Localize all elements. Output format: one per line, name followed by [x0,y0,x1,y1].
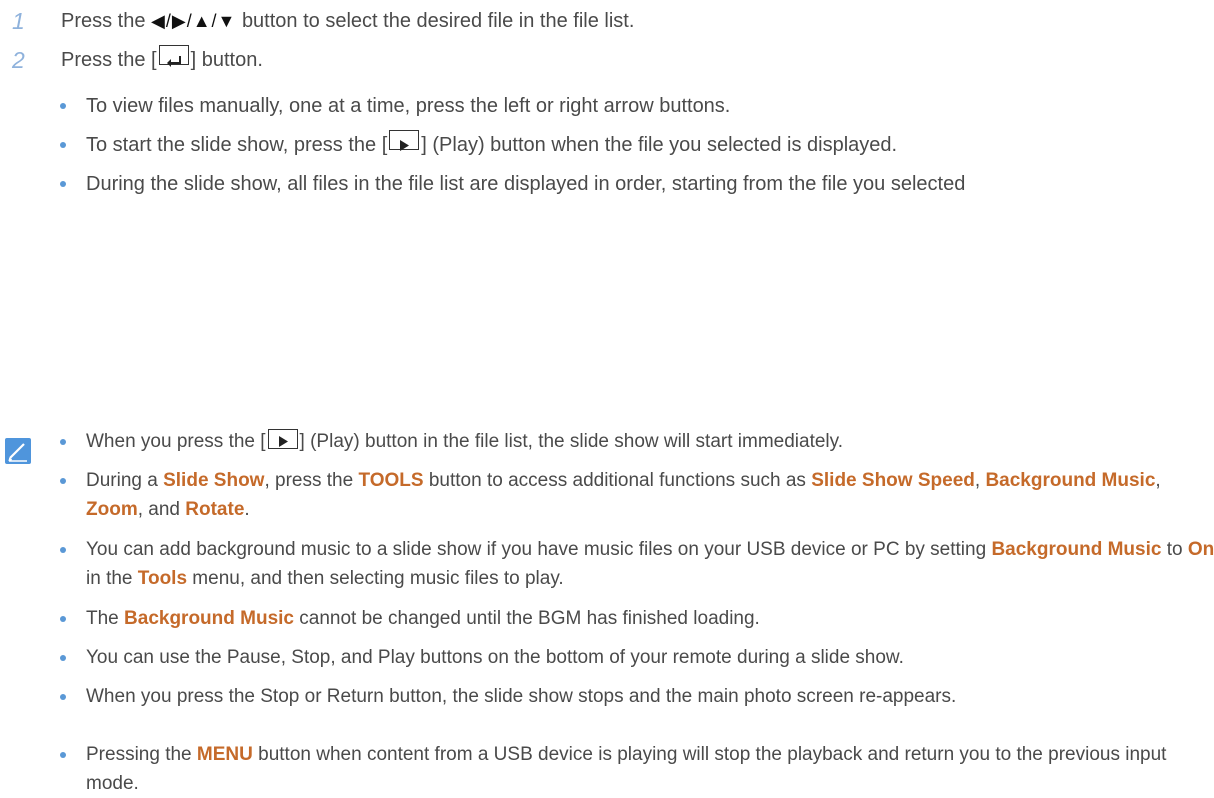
bullet-dot [60,142,66,148]
text-part: cannot be changed until the BGM has fini… [294,608,760,629]
text-part: Pressing the [86,744,197,765]
bullet-dot [60,478,66,484]
bullet-dot [60,103,66,109]
note-text: You can add background music to a slide … [86,535,1214,593]
text-part: , [1155,470,1161,491]
text-part: in the [86,568,138,589]
list-item-text: To start the slide show, press the [ ] (P… [86,128,1206,162]
list-item-text: During the slide show, all files in the … [86,173,966,195]
highlight-term: Rotate [185,499,245,520]
text-part: menu, and then selecting music files to … [187,568,564,589]
text-part: button to access additional functions su… [423,470,812,491]
step-text-after: button to select the desired file in the… [241,10,635,32]
text-part: to [1161,539,1188,560]
bullet-dot [60,181,66,187]
highlight-term: TOOLS [358,470,424,491]
text-part: , press the [264,470,359,491]
note-text: The Background Music cannot be changed u… [86,604,1214,633]
highlight-term: Background Music [991,539,1162,560]
text-after: ] (Play) button when the file you select… [421,134,898,156]
bullet-dot [60,616,66,622]
note-text: During a Slide Show, press the TOOLS but… [86,466,1214,524]
bullet-dot [60,439,66,445]
play-icon [389,130,420,151]
highlight-term: On [1187,539,1214,560]
pencil-note-icon [5,438,31,464]
bullet-dot [60,655,66,661]
step-text-before: Press the [ [61,49,157,71]
step-text-after: ] button. [190,49,263,71]
bullet-dot [60,694,66,700]
step-number: 1 [12,8,25,34]
play-icon [267,429,298,449]
text-part: . [244,499,250,520]
text-part: During a [86,470,164,491]
note-text: When you press the Stop or Return button… [86,686,957,707]
highlight-term: Slide Show [163,470,265,491]
manual-page: 1 Press the ◀/▶/▲/▼ button to select the… [0,0,1214,794]
text-after: ] (Play) button in the file list, the sl… [299,431,844,452]
text-before: When you press the [ [86,431,266,452]
enter-icon [158,45,189,67]
text-part: The [86,608,125,629]
highlight-term: Slide Show Speed [811,470,975,491]
arrow-buttons-icon: ◀/▶/▲/▼ [151,11,237,31]
list-item-text: To view files manually, one at a time, p… [86,95,731,117]
text-part: You can add background music to a slide … [86,539,992,560]
highlight-term: Zoom [86,499,138,520]
highlight-term: MENU [196,744,253,765]
bullet-dot [60,752,66,758]
note-text: You can use the Pause, Stop, and Play bu… [86,647,904,668]
step-text-before: Press the [61,10,146,32]
highlight-term: Tools [137,568,188,589]
step-text: Press the ◀/▶/▲/▼ button to select the d… [61,4,634,38]
text-part: , and [137,499,186,520]
step-text: Press the [ ] button. [61,43,263,77]
step-number: 2 [12,47,25,73]
text-before: To start the slide show, press the [ [86,134,388,156]
note-text: When you press the [ ] (Play) button in t… [86,427,1214,456]
text-part: , [974,470,986,491]
highlight-term: Background Music [985,470,1156,491]
bullet-dot [60,547,66,553]
highlight-term: Background Music [124,608,295,629]
note-text: Pressing the MENU button when content fr… [86,740,1214,798]
